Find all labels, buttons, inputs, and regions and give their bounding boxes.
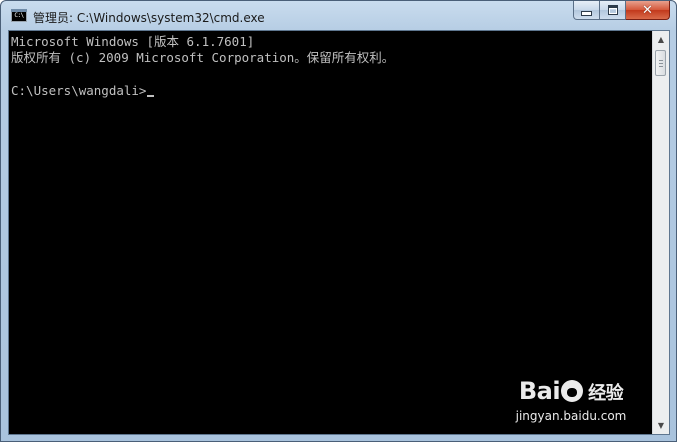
vertical-scrollbar[interactable]: ▲ ▼ [652,31,669,434]
console-line: Microsoft Windows [版本 6.1.7601] [11,34,255,49]
minimize-icon [581,10,592,16]
console-prompt: C:\Users\wangdali> [11,83,147,98]
scroll-up-button[interactable]: ▲ [653,31,669,48]
caption-buttons: ✕ [573,1,670,21]
grip-line [659,63,663,64]
console-output[interactable]: Microsoft Windows [版本 6.1.7601] 版权所有 (c)… [9,31,652,434]
title-bar[interactable]: C:\ 管理员: C:\Windows\system32\cmd.exe ✕ [1,1,676,31]
minimize-button[interactable] [573,1,600,20]
maximize-icon [607,5,618,15]
grip-line [659,66,663,67]
console-frame: Microsoft Windows [版本 6.1.7601] 版权所有 (c)… [8,30,670,435]
console-prompt-line[interactable]: C:\Users\wangdali> [11,83,652,99]
watermark-url: jingyan.baidu.com [515,409,627,423]
console-line: 版权所有 (c) 2009 Microsoft Corporation。保留所有… [11,50,395,65]
baidu-paw-icon [561,380,584,402]
text-cursor [147,95,155,97]
grip-line [659,60,663,61]
arrow-up-icon: ▲ [657,35,665,44]
arrow-down-icon: ▼ [657,421,665,430]
scroll-down-button[interactable]: ▼ [653,417,669,434]
maximize-button[interactable] [600,1,626,20]
scrollbar-thumb[interactable] [655,50,666,76]
watermark-logo-left: Bai [518,377,561,405]
baidu-jingyan-watermark: Bai 经验 jingyan.baidu.com [506,377,636,429]
window-title: 管理员: C:\Windows\system32\cmd.exe [33,11,265,25]
close-button[interactable]: ✕ [626,1,670,20]
watermark-logo-right: 经验 [588,383,624,404]
close-icon: ✕ [642,2,653,18]
cmd-window: C:\ 管理员: C:\Windows\system32\cmd.exe ✕ M… [0,0,677,442]
watermark-logo: Bai 经验 [506,377,636,408]
cmd-app-icon[interactable]: C:\ [11,9,27,22]
